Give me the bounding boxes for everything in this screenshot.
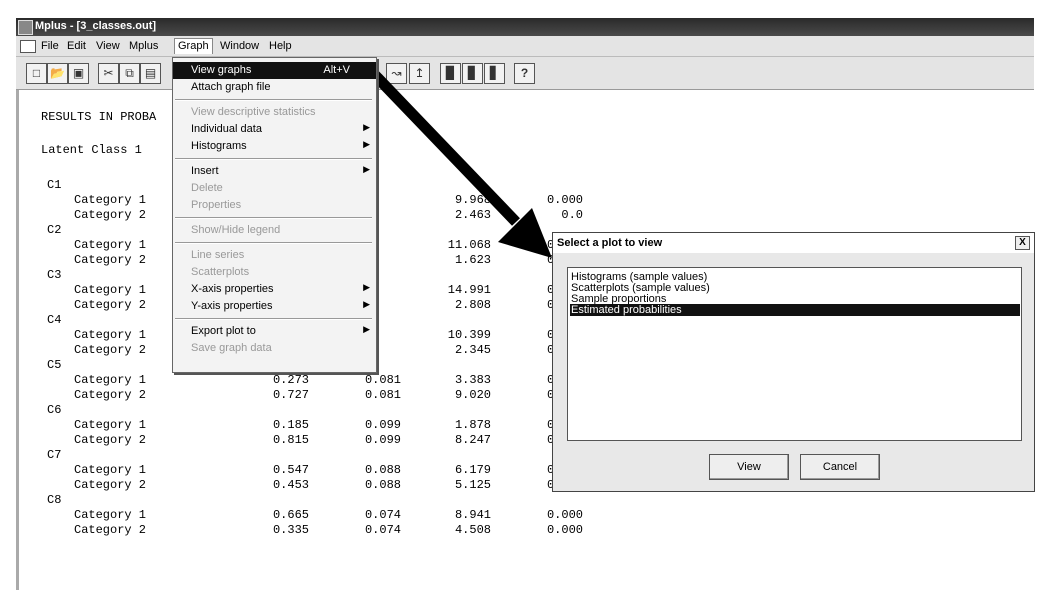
menu-item-properties: Properties xyxy=(173,197,376,214)
submenu-arrow-icon: ▶ xyxy=(363,164,370,174)
menu-item-scatterplots: Scatterplots xyxy=(173,264,376,281)
menu-separator xyxy=(175,99,372,101)
plot-list[interactable]: Histograms (sample values) Scatterplots (… xyxy=(567,267,1022,441)
plot-option[interactable]: Estimated probabilities xyxy=(570,304,1020,316)
menu-item-export-plot-to[interactable]: Export plot to ▶ xyxy=(173,323,376,340)
submenu-arrow-icon: ▶ xyxy=(363,139,370,149)
menu-item-label: Y-axis properties xyxy=(191,300,273,312)
menu-item-label: Insert xyxy=(191,165,219,177)
menu-item-view-descriptive-statistics: View descriptive statistics xyxy=(173,104,376,121)
close-icon[interactable]: X xyxy=(1015,236,1030,250)
menu-item-label: View descriptive statistics xyxy=(191,106,316,118)
submenu-arrow-icon: ▶ xyxy=(363,324,370,334)
dialog-title: Select a plot to view xyxy=(557,237,663,249)
menu-item-label: Line series xyxy=(191,249,245,261)
menu-item-label: Histograms xyxy=(191,140,247,152)
menu-item-label: Properties xyxy=(191,199,242,211)
menu-separator xyxy=(175,242,372,244)
menu-item-label: Individual data xyxy=(191,123,262,135)
menu-item-line-series: Line series xyxy=(173,247,376,264)
menu-item-view-graphs[interactable]: View graphs Alt+V xyxy=(173,62,376,79)
submenu-arrow-icon: ▶ xyxy=(363,299,370,309)
menu-separator xyxy=(175,318,372,320)
menu-item-label: View graphs xyxy=(191,64,252,76)
menu-item-label: Scatterplots xyxy=(191,266,250,278)
select-plot-dialog: Select a plot to view X Histograms (samp… xyxy=(552,232,1035,492)
menu-item-label: Attach graph file xyxy=(191,81,271,93)
view-button[interactable]: View xyxy=(709,454,789,480)
menu-item-label: Delete xyxy=(191,182,223,194)
menu-item-label: Save graph data xyxy=(191,342,272,354)
dialog-title-bar: Select a plot to view X xyxy=(553,233,1034,253)
shortcut-label: Alt+V xyxy=(323,64,350,76)
menu-item-x-axis-properties[interactable]: X-axis properties ▶ xyxy=(173,281,376,298)
menu-separator xyxy=(175,158,372,160)
menu-item-insert[interactable]: Insert ▶ xyxy=(173,163,376,180)
menu-item-delete: Delete xyxy=(173,180,376,197)
menu-item-y-axis-properties[interactable]: Y-axis properties ▶ xyxy=(173,298,376,315)
menu-item-label: Export plot to xyxy=(191,325,256,337)
menu-item-save-graph-data: Save graph data xyxy=(173,340,376,357)
menu-item-label: X-axis properties xyxy=(191,283,274,295)
menu-item-histograms[interactable]: Histograms ▶ xyxy=(173,138,376,155)
menu-separator xyxy=(175,217,372,219)
graph-menu: View graphs Alt+V Attach graph file View de… xyxy=(172,57,377,373)
submenu-arrow-icon: ▶ xyxy=(363,282,370,292)
menu-item-label: Show/Hide legend xyxy=(191,224,281,236)
menu-item-show-hide-legend: Show/Hide legend xyxy=(173,222,376,239)
menu-item-attach-graph-file[interactable]: Attach graph file xyxy=(173,79,376,96)
submenu-arrow-icon: ▶ xyxy=(363,122,370,132)
cancel-button[interactable]: Cancel xyxy=(800,454,880,480)
menu-item-individual-data[interactable]: Individual data ▶ xyxy=(173,121,376,138)
